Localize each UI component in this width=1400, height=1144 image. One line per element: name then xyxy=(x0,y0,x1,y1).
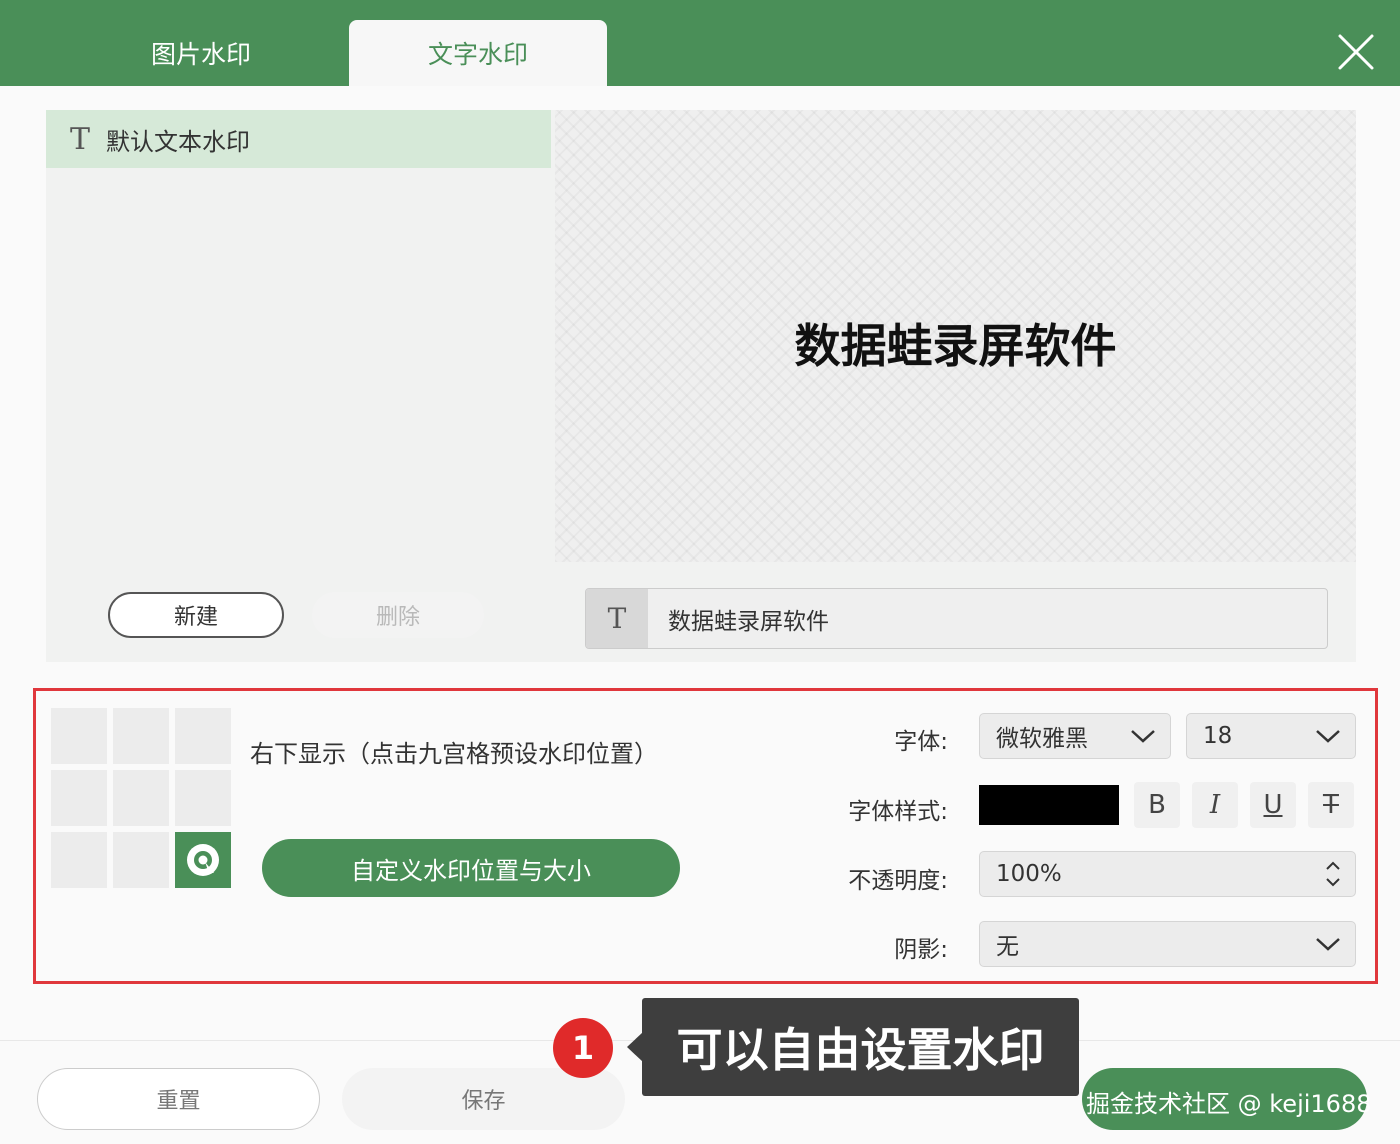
tab-text-watermark[interactable]: 文字水印 xyxy=(349,20,607,86)
font-label: 字体: xyxy=(894,729,948,755)
shadow-label: 阴影: xyxy=(894,937,948,963)
watermark-preview: 数据蛙录屏软件 xyxy=(555,110,1356,562)
underline-button[interactable]: U xyxy=(1250,782,1296,828)
grid-cell-middle-left[interactable] xyxy=(51,770,107,826)
watermark-list-item[interactable]: T 默认文本水印 xyxy=(46,110,551,168)
watermark-text-value[interactable]: 数据蛙录屏软件 xyxy=(648,589,829,648)
tab-image-watermark[interactable]: 图片水印 xyxy=(72,20,330,86)
new-watermark-button[interactable]: 新建 xyxy=(108,592,284,638)
step-number-badge: 1 xyxy=(553,1018,613,1078)
close-icon[interactable] xyxy=(1334,30,1378,74)
delete-watermark-button[interactable]: 删除 xyxy=(312,592,484,638)
reset-button[interactable]: 重置 xyxy=(37,1068,320,1130)
text-icon: T xyxy=(70,121,91,157)
position-description: 右下显示（点击九宫格预设水印位置） xyxy=(250,740,658,768)
source-credit-text: 掘金技术社区 @ keji1688 xyxy=(1086,1090,1372,1118)
grid-cell-top-right[interactable] xyxy=(175,708,231,764)
font-size-value: 18 xyxy=(1203,723,1233,749)
grid-cell-center[interactable] xyxy=(113,770,169,826)
preview-watermark-text: 数据蛙录屏软件 xyxy=(794,319,1117,373)
italic-button[interactable]: I xyxy=(1192,782,1238,828)
chevron-down-icon xyxy=(1316,730,1340,743)
chevron-down-icon[interactable] xyxy=(1325,877,1341,887)
opacity-value[interactable]: 100% xyxy=(996,861,1062,887)
opacity-stepper[interactable]: 100% xyxy=(979,851,1356,897)
custom-position-size-button[interactable]: 自定义水印位置与大小 xyxy=(262,839,680,897)
shadow-select[interactable]: 无 xyxy=(979,921,1356,967)
opacity-label: 不透明度: xyxy=(848,868,948,894)
bold-button[interactable]: B xyxy=(1134,782,1180,828)
font-style-label: 字体样式: xyxy=(848,799,948,825)
grid-cell-bottom-left[interactable] xyxy=(51,832,107,888)
font-color-picker[interactable] xyxy=(979,785,1119,825)
font-size-select[interactable]: 18 xyxy=(1186,713,1356,759)
chevron-down-icon xyxy=(1316,938,1340,951)
grid-cell-top-left[interactable] xyxy=(51,708,107,764)
font-family-select[interactable]: 微软雅黑 xyxy=(979,713,1171,759)
grid-cell-top-center[interactable] xyxy=(113,708,169,764)
watermark-logo-icon xyxy=(187,844,219,876)
watermark-text-field[interactable]: T 数据蛙录屏软件 xyxy=(585,588,1328,649)
text-icon: T xyxy=(586,589,648,648)
font-family-value: 微软雅黑 xyxy=(996,726,1088,752)
grid-cell-bottom-center[interactable] xyxy=(113,832,169,888)
watermark-list-item-label: 默认文本水印 xyxy=(106,127,251,156)
shadow-value: 无 xyxy=(996,934,1019,960)
chevron-up-icon[interactable] xyxy=(1325,861,1341,871)
chevron-down-icon xyxy=(1131,730,1155,743)
strikethrough-button[interactable]: T xyxy=(1308,782,1354,828)
header-bar: 图片水印 文字水印 xyxy=(0,0,1400,86)
grid-cell-middle-right[interactable] xyxy=(175,770,231,826)
annotation-arrow xyxy=(627,1032,643,1062)
grid-cell-bottom-right[interactable] xyxy=(175,832,231,888)
annotation-callout: 可以自由设置水印 xyxy=(642,998,1079,1096)
